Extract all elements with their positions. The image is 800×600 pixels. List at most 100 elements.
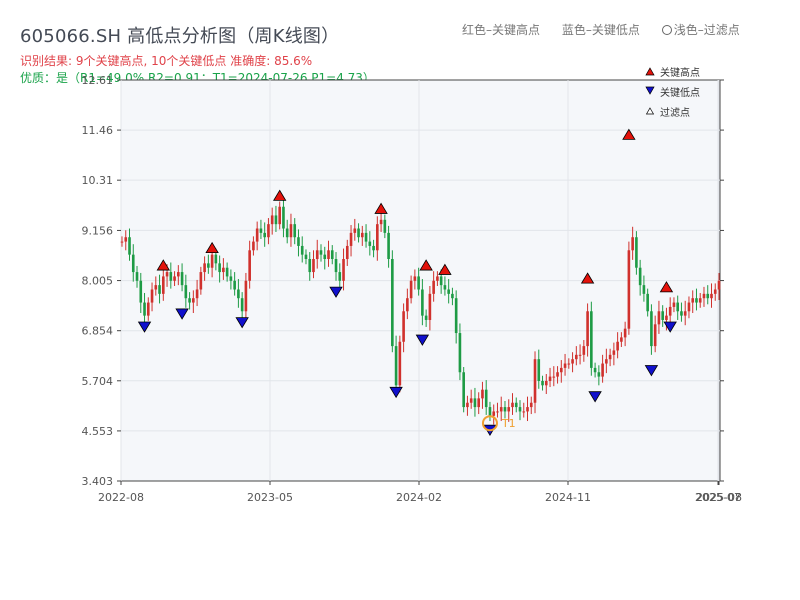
candle-body <box>683 311 687 316</box>
candle-body <box>529 402 533 408</box>
candle-body <box>541 380 544 386</box>
candle-body <box>620 337 623 342</box>
candle-body <box>312 259 315 273</box>
candle-body <box>680 311 683 316</box>
candle-body <box>150 289 154 303</box>
legend-high-label: 关键高点 <box>660 66 700 79</box>
candle-body <box>379 219 383 225</box>
candle-body <box>496 411 499 413</box>
candle-body <box>315 250 319 260</box>
candle-body <box>274 215 278 225</box>
candle-body <box>278 206 282 225</box>
x-tick-label: 2025-08 <box>696 491 742 504</box>
candle-body <box>323 254 327 260</box>
candle-body <box>537 359 541 381</box>
candle-body <box>635 237 638 268</box>
candle-body <box>657 311 661 325</box>
candle-body <box>391 259 394 347</box>
candle-body <box>188 298 191 303</box>
candle-body <box>184 285 188 299</box>
candle-body <box>642 285 646 294</box>
candle-body <box>169 272 173 281</box>
candle-body <box>327 250 330 260</box>
candle-body <box>342 259 345 281</box>
t1-label: T1 <box>501 417 516 430</box>
candle-body <box>364 232 368 242</box>
y-tick-label: 4.553 <box>82 425 114 438</box>
candle-body <box>638 267 642 286</box>
y-tick-label: 9.156 <box>82 224 114 237</box>
candle-body <box>552 376 556 378</box>
candle-body <box>319 250 323 255</box>
candle-body <box>338 272 342 281</box>
candle-body <box>623 328 627 338</box>
candle-body <box>203 263 206 273</box>
candle-body <box>376 224 379 251</box>
candle-body <box>477 398 481 408</box>
candle-body <box>282 206 285 229</box>
candle-body <box>135 272 139 281</box>
candle-body <box>597 372 601 377</box>
candle-body <box>447 289 450 294</box>
candle-body <box>289 224 293 238</box>
candle-body <box>398 341 402 386</box>
y-tick-label: 10.31 <box>82 174 114 187</box>
candle-body <box>244 280 248 312</box>
candle-body <box>653 324 657 347</box>
candle-body <box>469 398 473 403</box>
candle-body <box>349 232 353 246</box>
candle-body <box>304 254 308 260</box>
candle-body <box>330 250 334 260</box>
candle-body <box>559 367 563 373</box>
candle-body <box>454 298 458 334</box>
candle-body <box>608 354 612 360</box>
candle-body <box>165 272 169 277</box>
candle-body <box>124 237 128 242</box>
candle-body <box>627 250 631 329</box>
x-axis: 2022-08 2023-05 2024-02 2024-11 2025-072025-… <box>98 481 742 504</box>
candle-body <box>578 354 582 356</box>
candle-body <box>406 298 409 312</box>
candle-body <box>514 402 518 408</box>
candle-body <box>255 228 259 242</box>
candle-body <box>229 276 233 281</box>
candle-body <box>706 293 710 299</box>
candle-body <box>222 267 225 273</box>
candle-body <box>334 259 338 273</box>
candle-body <box>439 276 443 286</box>
candle-body <box>218 263 221 273</box>
candle-body <box>259 228 263 233</box>
candle-body <box>526 407 529 412</box>
candle-body <box>503 407 507 412</box>
y-tick-label: 6.854 <box>82 325 114 338</box>
candle-body <box>466 402 469 408</box>
candle-body <box>402 311 405 342</box>
candle-body <box>605 359 608 364</box>
candle-body <box>353 228 357 233</box>
candle-body <box>192 298 195 303</box>
candle-body <box>270 215 274 225</box>
candle-body <box>522 411 526 413</box>
y-tick-label: 12.61 <box>82 74 114 87</box>
candle-body <box>421 289 424 316</box>
candle-body <box>687 302 691 312</box>
candle-body <box>507 407 511 412</box>
candle-body <box>601 363 604 377</box>
candle-body <box>161 276 165 294</box>
candle-body <box>436 276 439 281</box>
candle-body <box>173 276 176 281</box>
candle-body <box>499 407 503 412</box>
candle-body <box>424 315 428 320</box>
candle-body <box>616 341 619 351</box>
candle-body <box>710 293 713 299</box>
candle-body <box>544 380 548 386</box>
candle-body <box>146 302 150 316</box>
candle-body <box>672 302 676 307</box>
candle-body <box>484 389 488 408</box>
candle-body <box>695 298 698 303</box>
legend-high-icon <box>645 67 655 76</box>
candle-body <box>473 398 477 408</box>
candle-body <box>368 241 372 246</box>
candle-body <box>195 289 199 299</box>
candle-body <box>717 280 721 290</box>
